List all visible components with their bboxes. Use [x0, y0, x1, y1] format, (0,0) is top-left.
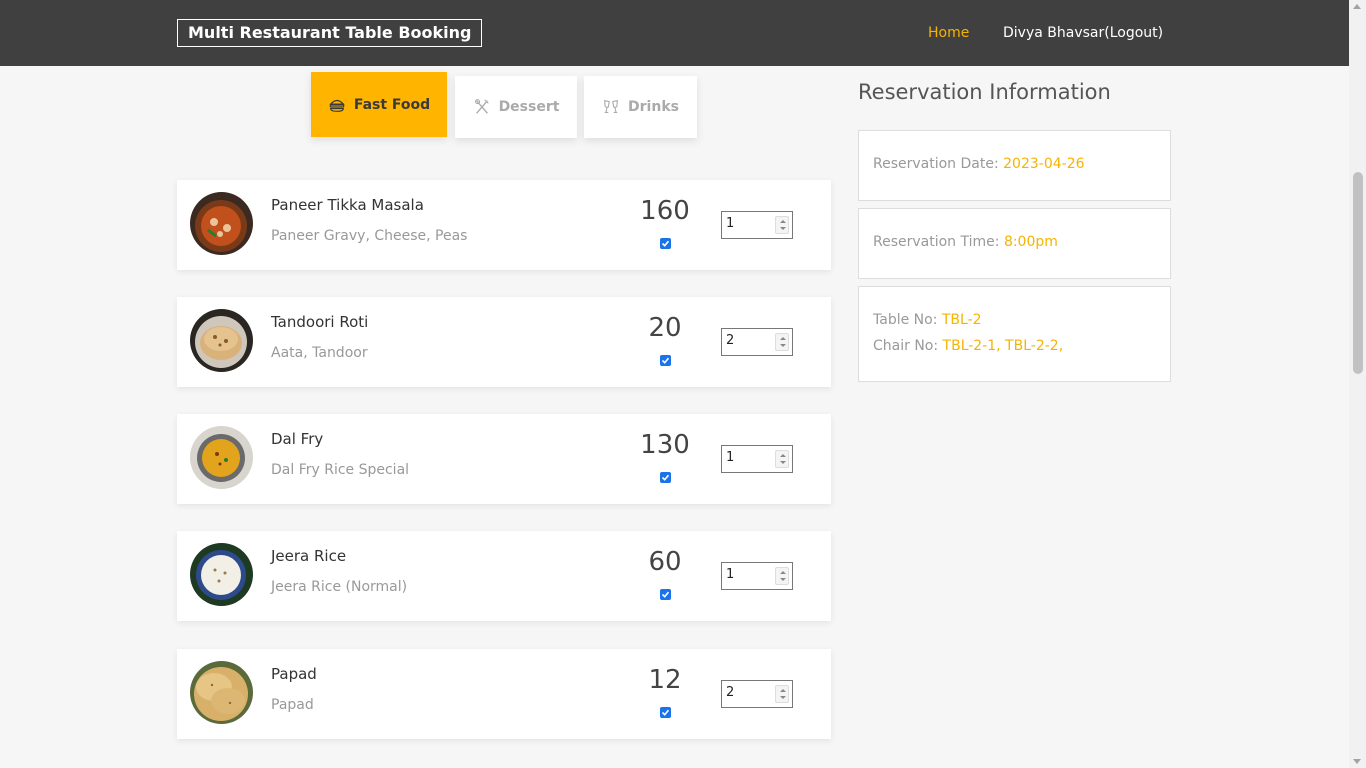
chair-number-line: Chair No: TBL-2-1, TBL-2-2, — [873, 338, 1063, 354]
reservation-time-label: Reservation Time: — [873, 234, 1004, 250]
table-number-value: TBL-2 — [941, 312, 982, 328]
roti-plate-image — [190, 309, 253, 372]
quantity-stepper[interactable]: 1 — [721, 445, 793, 473]
quantity-stepper[interactable]: 1 — [721, 562, 793, 590]
item-description: Paneer Gravy, Cheese, Peas — [271, 228, 468, 244]
spinner-arrows-icon[interactable] — [775, 450, 789, 468]
nav-logout-link[interactable]: Divya Bhavsar(Logout) — [1003, 23, 1163, 43]
reservation-time-box: Reservation Time: 8:00pm — [858, 208, 1171, 279]
item-checkbox[interactable] — [660, 238, 671, 249]
curry-bowl-image — [190, 192, 253, 255]
item-price: 160 — [640, 196, 690, 226]
tab-drinks[interactable]: Drinks — [584, 76, 697, 138]
chair-number-label: Chair No: — [873, 338, 943, 354]
item-description: Jeera Rice (Normal) — [271, 579, 408, 595]
cheers-glasses-icon — [604, 100, 618, 113]
quantity-stepper[interactable]: 2 — [721, 680, 793, 708]
tab-dessert[interactable]: Dessert — [455, 76, 577, 138]
item-checkbox[interactable] — [660, 707, 671, 718]
reservation-date-box: Reservation Date: 2023-04-26 — [858, 130, 1171, 201]
item-price: 130 — [640, 430, 690, 460]
reservation-date-value: 2023-04-26 — [1003, 156, 1085, 172]
menu-item-card: Tandoori Roti Aata, Tandoor 20 2 — [177, 297, 831, 387]
nav-home-link[interactable]: Home — [928, 23, 969, 43]
spinner-arrows-icon[interactable] — [775, 216, 789, 234]
quantity-value: 1 — [726, 567, 735, 582]
item-description: Aata, Tandoor — [271, 345, 368, 361]
tab-label: Drinks — [628, 99, 679, 115]
menu-item-card: Paneer Tikka Masala Paneer Gravy, Cheese… — [177, 180, 831, 270]
menu-item-card: Jeera Rice Jeera Rice (Normal) 60 1 — [177, 531, 831, 621]
quantity-stepper[interactable]: 2 — [721, 328, 793, 356]
quantity-value: 1 — [726, 450, 735, 465]
navbar: Multi Restaurant Table Booking Home Divy… — [0, 0, 1349, 66]
item-price: 60 — [648, 547, 682, 577]
quantity-value: 2 — [726, 685, 735, 700]
item-checkbox[interactable] — [660, 589, 671, 600]
tab-label: Dessert — [498, 99, 560, 115]
tab-label: Fast Food — [353, 96, 431, 113]
scroll-up-arrow-icon[interactable] — [1353, 4, 1361, 9]
item-description: Papad — [271, 697, 314, 713]
papad-plate-image — [190, 661, 253, 724]
rice-bowl-image — [190, 543, 253, 606]
spinner-arrows-icon[interactable] — [775, 333, 789, 351]
quantity-value: 2 — [726, 333, 735, 348]
item-checkbox[interactable] — [660, 355, 671, 366]
item-name: Paneer Tikka Masala — [271, 196, 424, 214]
reservation-date-label: Reservation Date: — [873, 156, 1004, 172]
quantity-stepper[interactable]: 1 — [721, 211, 793, 239]
scrollbar-thumb[interactable] — [1353, 172, 1363, 374]
reservation-time-line: Reservation Time: 8:00pm — [873, 234, 1058, 250]
brand-logo[interactable]: Multi Restaurant Table Booking — [177, 19, 483, 47]
item-name: Dal Fry — [271, 430, 324, 448]
reservation-date-line: Reservation Date: 2023-04-26 — [873, 156, 1085, 172]
scroll-down-arrow-icon[interactable] — [1353, 759, 1361, 764]
chair-number-value: TBL-2-1, TBL-2-2, — [942, 338, 1064, 354]
tab-fast-food[interactable]: Fast Food — [311, 72, 447, 137]
table-number-line: Table No: TBL-2 — [873, 312, 982, 328]
utensils-icon — [474, 99, 489, 114]
page-scrollbar[interactable] — [1349, 0, 1366, 768]
item-checkbox[interactable] — [660, 472, 671, 483]
spinner-arrows-icon[interactable] — [775, 685, 789, 703]
table-chair-box: Table No: TBL-2 Chair No: TBL-2-1, TBL-2… — [858, 286, 1171, 382]
reservation-time-value: 8:00pm — [1003, 234, 1058, 250]
menu-item-card: Dal Fry Dal Fry Rice Special 130 1 — [177, 414, 831, 504]
item-name: Papad — [271, 665, 317, 683]
menu-item-card: Papad Papad 12 2 — [177, 649, 831, 739]
item-price: 12 — [648, 665, 682, 695]
spinner-arrows-icon[interactable] — [775, 567, 789, 585]
burger-icon — [329, 99, 345, 112]
item-description: Dal Fry Rice Special — [271, 462, 410, 478]
dal-bowl-image — [190, 426, 253, 489]
item-name: Tandoori Roti — [271, 313, 369, 331]
table-number-label: Table No: — [873, 312, 942, 328]
quantity-value: 1 — [726, 216, 735, 231]
item-name: Jeera Rice — [271, 547, 347, 565]
item-price: 20 — [648, 313, 682, 343]
reservation-title: Reservation Information — [858, 80, 1111, 104]
